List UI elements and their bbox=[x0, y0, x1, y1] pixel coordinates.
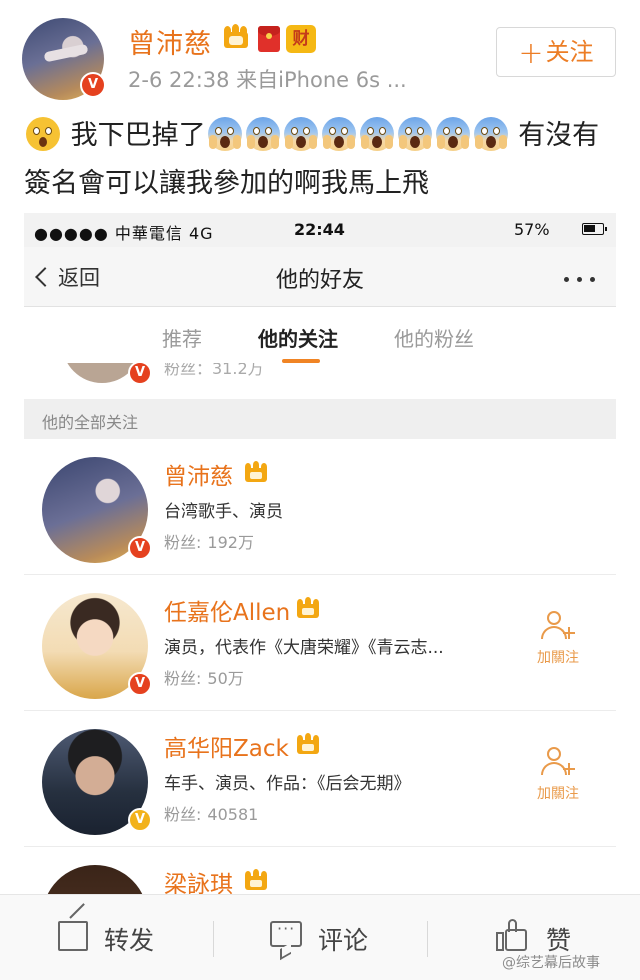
embedded-screenshot: ●●●●● 中華電信 4G 22:44 57% 返回 他的好友 推荐 他的关注 … bbox=[24, 213, 616, 903]
add-follow-label: 加關注 bbox=[537, 786, 579, 802]
list-item-partial[interactable]: V 粉丝：31.2万 bbox=[24, 363, 616, 387]
list-item[interactable]: V 任嘉伦Allen 演员，代表作《大唐荣耀》《青云志... 粉丝: 50万 加關… bbox=[24, 575, 616, 711]
verified-badge-icon: V bbox=[128, 536, 152, 560]
repost-label: 转发 bbox=[104, 926, 155, 955]
user-description: 车手、演员、作品：《后会无期》 bbox=[164, 774, 411, 794]
crown-member-icon bbox=[222, 24, 250, 50]
list-item[interactable]: V 高华阳Zack 车手、演员、作品：《后会无期》 粉丝: 40581 加關注 bbox=[24, 711, 616, 847]
scream-emoji-icon bbox=[245, 117, 280, 151]
user-name[interactable]: 曾沛慈 bbox=[164, 457, 233, 491]
scream-emoji-icon bbox=[473, 117, 508, 151]
add-follow-button[interactable]: 加關注 bbox=[528, 611, 588, 671]
scream-emoji-icon bbox=[435, 117, 470, 151]
cai-badge: 财 bbox=[286, 25, 316, 53]
tab-bar: 推荐 他的关注 他的粉丝 bbox=[24, 307, 616, 363]
carrier-signal: ●●●●● 中華電信 4G bbox=[34, 224, 214, 243]
add-user-icon bbox=[541, 611, 575, 641]
list-item[interactable]: V 曾沛慈 台湾歌手、演员 粉丝: 192万 bbox=[24, 439, 616, 575]
status-time: 22:44 bbox=[294, 220, 345, 239]
follow-label: 关注 bbox=[545, 38, 594, 66]
user-description: 台湾歌手、演员 bbox=[164, 502, 283, 522]
crown-member-icon bbox=[244, 461, 268, 483]
fans-count: 粉丝: 50万 bbox=[164, 669, 244, 688]
comment-button[interactable]: 评论 bbox=[214, 895, 427, 980]
plus-icon: + bbox=[518, 36, 544, 71]
user-name[interactable]: 高华阳Zack bbox=[164, 729, 289, 763]
battery-percent: 57% bbox=[514, 220, 550, 239]
crown-member-icon bbox=[244, 869, 268, 891]
verified-badge-icon: V bbox=[128, 672, 152, 696]
verified-badge-icon: V bbox=[128, 808, 152, 832]
tab-fans[interactable]: 他的粉丝 bbox=[394, 323, 474, 352]
section-label: 他的全部关注 bbox=[24, 399, 616, 439]
scream-emoji-icon bbox=[207, 117, 242, 151]
repost-button[interactable]: 转发 bbox=[0, 895, 213, 980]
battery-icon bbox=[582, 223, 607, 235]
verified-badge-icon: V bbox=[80, 72, 106, 98]
crown-member-icon bbox=[296, 597, 320, 619]
comment-label: 评论 bbox=[318, 926, 369, 955]
scream-emoji-icon bbox=[359, 117, 394, 151]
nav-bar: 返回 他的好友 bbox=[24, 247, 616, 307]
scream-emoji-icon bbox=[283, 117, 318, 151]
scream-emoji-icon bbox=[397, 117, 432, 151]
watermark: @综艺幕后故事 bbox=[502, 955, 600, 971]
more-icon[interactable] bbox=[564, 277, 598, 283]
crown-member-icon bbox=[296, 733, 320, 755]
tab-recommend[interactable]: 推荐 bbox=[162, 323, 202, 352]
fans-count: 粉丝：31.2万 bbox=[164, 363, 264, 378]
nav-title: 他的好友 bbox=[275, 268, 364, 293]
status-bar: ●●●●● 中華電信 4G 22:44 57% bbox=[24, 213, 616, 247]
thumbs-up-icon bbox=[496, 919, 528, 951]
follow-button[interactable]: +关注 bbox=[496, 27, 616, 77]
author-name[interactable]: 曾沛慈 bbox=[128, 22, 212, 61]
fans-count: 粉丝: 40581 bbox=[164, 805, 259, 824]
add-user-icon bbox=[541, 747, 575, 777]
post-meta: 2-6 22:38 来自iPhone 6s ... bbox=[128, 68, 407, 92]
user-description: 演员，代表作《大唐荣耀》《青云志... bbox=[164, 638, 444, 658]
comment-icon bbox=[270, 919, 302, 947]
add-follow-button[interactable]: 加關注 bbox=[528, 747, 588, 807]
astonished-emoji-icon bbox=[26, 117, 60, 151]
tab-following[interactable]: 他的关注 bbox=[258, 323, 338, 352]
fans-count: 粉丝: 192万 bbox=[164, 533, 254, 552]
scream-emoji-icon bbox=[321, 117, 356, 151]
avatar-figure bbox=[43, 43, 89, 63]
post-text-part1: 我下巴掉了 bbox=[70, 120, 206, 151]
verified-badge-icon: V bbox=[128, 363, 152, 385]
post-text: 我下巴掉了 有沒有簽名會可以讓我參加的啊我馬上飛 bbox=[24, 112, 624, 208]
share-icon bbox=[58, 921, 88, 951]
user-name[interactable]: 任嘉伦Allen bbox=[164, 593, 290, 627]
add-follow-label: 加關注 bbox=[537, 650, 579, 666]
red-envelope-icon bbox=[258, 26, 280, 52]
post-header: V 曾沛慈 财 2-6 22:38 来自iPhone 6s ... +关注 bbox=[0, 0, 640, 110]
scream-emoji-row bbox=[206, 117, 510, 151]
